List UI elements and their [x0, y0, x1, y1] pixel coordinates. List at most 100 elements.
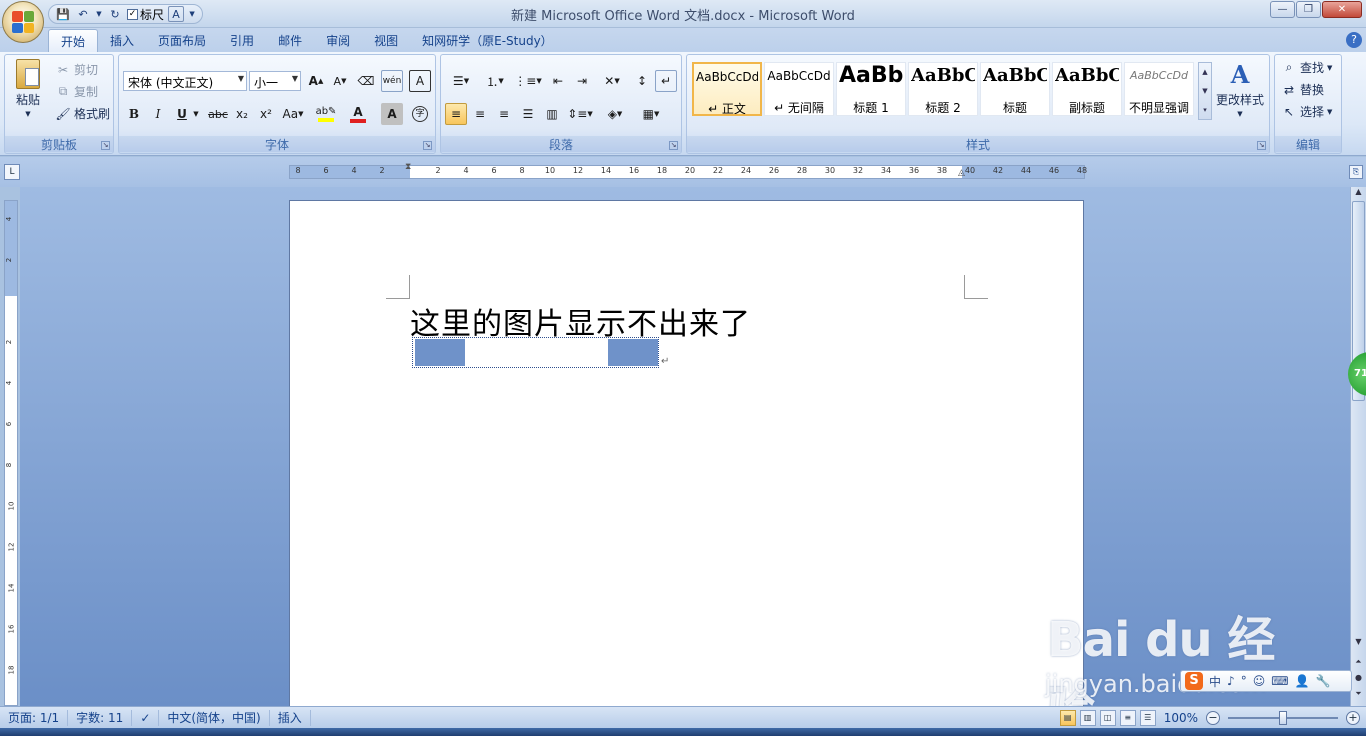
restore-button[interactable]: ❐	[1296, 1, 1321, 18]
tab-page-layout[interactable]: 页面布局	[146, 29, 218, 52]
wrench-icon[interactable]: 🔧	[1315, 674, 1330, 688]
language-indicator[interactable]: 中文(简体，中国)	[159, 709, 270, 726]
paste-button[interactable]: 粘贴 ▼	[11, 59, 45, 118]
font-color-button[interactable]: A	[343, 103, 373, 125]
dialog-launcher-icon[interactable]: ↘	[1257, 141, 1266, 150]
style-subtitle[interactable]: AaBbC 副标题	[1052, 62, 1122, 116]
line-spacing-button[interactable]: ⇕≡ ▼	[565, 103, 595, 125]
char-border-button[interactable]: A	[409, 70, 431, 92]
highlight-button[interactable]: ab✎	[311, 103, 341, 125]
zoom-level[interactable]: 100%	[1164, 711, 1198, 725]
tab-review[interactable]: 审阅	[314, 29, 362, 52]
increase-indent-button[interactable]: ⇥	[571, 70, 593, 92]
proofing-icon[interactable]: ✓	[132, 709, 160, 726]
tab-home[interactable]: 开始	[48, 29, 99, 52]
grow-font-button[interactable]: A ▲	[305, 70, 327, 92]
tab-mailings[interactable]: 邮件	[266, 29, 314, 52]
font-size-combo[interactable]: 小一 ▼	[249, 71, 301, 91]
distributed-button[interactable]: ▥	[541, 103, 563, 125]
show-marks-button[interactable]: ↵	[655, 70, 677, 92]
sort-button[interactable]: ↕	[631, 70, 653, 92]
chinese-layout-button[interactable]: ✕ ▼	[597, 70, 627, 92]
indent-marker-icon[interactable]: ⧗	[405, 162, 415, 182]
clear-format-button[interactable]: ⌫	[355, 70, 377, 92]
enclose-char-button[interactable]: 字	[409, 103, 431, 125]
bold-button[interactable]: B	[123, 103, 145, 125]
shrink-font-button[interactable]: A ▼	[329, 70, 351, 92]
dialog-launcher-icon[interactable]: ↘	[101, 141, 110, 150]
copy-button[interactable]: ⧉ 复制	[55, 83, 98, 100]
style-title[interactable]: AaBbC 标题	[980, 62, 1050, 116]
change-case-button[interactable]: Aa ▼	[279, 103, 307, 125]
find-button[interactable]: ⌕ 查找 ▼	[1281, 59, 1333, 76]
font-name-combo[interactable]: 宋体 (中文正文) ▼	[123, 71, 247, 91]
strikethrough-button[interactable]: abc	[205, 103, 231, 125]
replace-button[interactable]: ⇄ 替换	[1281, 81, 1324, 98]
office-button[interactable]	[2, 1, 44, 43]
outline-view-icon[interactable]: ≡	[1119, 710, 1136, 726]
phonetic-guide-button[interactable]: wén	[381, 70, 403, 92]
draft-view-icon[interactable]: ☰	[1139, 710, 1156, 726]
underline-dropdown[interactable]: ▼	[191, 103, 201, 125]
minimize-button[interactable]: —	[1270, 1, 1295, 18]
decrease-indent-button[interactable]: ⇤	[547, 70, 569, 92]
help-icon[interactable]: ?	[1346, 32, 1362, 48]
next-page-icon[interactable]: ⏷	[1353, 689, 1364, 701]
bullets-button[interactable]: ☰ ▼	[445, 70, 477, 92]
cut-button[interactable]: ✂ 剪切	[55, 61, 98, 78]
style-subtle-emphasis[interactable]: AaBbCcDd 不明显强调	[1124, 62, 1194, 116]
dialog-launcher-icon[interactable]: ↘	[423, 141, 432, 150]
gallery-expand-icon[interactable]: ▾	[1199, 101, 1211, 120]
full-screen-reading-icon[interactable]: ▥	[1079, 710, 1096, 726]
style-no-spacing[interactable]: AaBbCcDd ↵ 无间隔	[764, 62, 834, 116]
vertical-ruler[interactable]: 4 2 2 4 6 8 10 12 14 16 18	[4, 200, 18, 706]
tab-insert[interactable]: 插入	[98, 29, 146, 52]
scroll-down-icon[interactable]: ▼	[1353, 637, 1364, 649]
document-canvas[interactable]: 这里的图片显示不出来了 ↵	[20, 187, 1350, 720]
tab-selector-icon[interactable]: L	[4, 164, 20, 180]
half-width-icon[interactable]: °	[1241, 674, 1247, 688]
browse-object-icon[interactable]: ●	[1353, 673, 1364, 685]
shading-button[interactable]: ◈ ▼	[599, 103, 631, 125]
style-heading-2[interactable]: AaBbC 标题 2	[908, 62, 978, 116]
chevron-down-icon[interactable]: ▼	[1199, 82, 1211, 101]
view-ruler-icon[interactable]: ⎘	[1349, 165, 1363, 179]
italic-button[interactable]: I	[147, 103, 169, 125]
subscript-button[interactable]: x₂	[231, 103, 253, 125]
close-button[interactable]: ✕	[1322, 1, 1362, 18]
page-count[interactable]: 页面: 1/1	[0, 709, 69, 726]
insert-mode[interactable]: 插入	[270, 709, 311, 726]
tab-view[interactable]: 视图	[362, 29, 410, 52]
justify-button[interactable]: ☰	[517, 103, 539, 125]
change-styles-button[interactable]: A 更改样式 ▼	[1214, 60, 1266, 118]
dialog-launcher-icon[interactable]: ↘	[669, 141, 678, 150]
emoji-icon[interactable]: ☺	[1253, 674, 1266, 688]
previous-page-icon[interactable]: ⏶	[1353, 657, 1364, 669]
user-icon[interactable]: 👤	[1295, 674, 1310, 688]
zoom-out-icon[interactable]: −	[1206, 711, 1220, 725]
broken-image-placeholder[interactable]	[412, 337, 659, 368]
zoom-slider-knob[interactable]	[1279, 711, 1287, 725]
sogou-logo-icon[interactable]: S	[1185, 672, 1203, 690]
numbering-button[interactable]: ⒈ ▼	[479, 70, 511, 92]
char-shading-button[interactable]: A	[381, 103, 403, 125]
style-gallery-scroll[interactable]: ▲ ▼ ▾	[1198, 62, 1212, 120]
align-left-button[interactable]: ≡	[445, 103, 467, 125]
superscript-button[interactable]: x²	[255, 103, 277, 125]
right-indent-marker-icon[interactable]: ◬	[958, 168, 968, 188]
ime-toolbar[interactable]: S 中 ♪ ° ☺ ⌨ 👤 🔧	[1180, 670, 1352, 692]
align-center-button[interactable]: ≡	[469, 103, 491, 125]
select-button[interactable]: ↖ 选择 ▼	[1281, 103, 1332, 120]
vertical-scrollbar[interactable]: ▲ ▼ ⏶ ● ⏷	[1350, 187, 1366, 706]
print-layout-view-icon[interactable]: ▤	[1059, 710, 1076, 726]
keyboard-icon[interactable]: ⌨	[1271, 674, 1288, 688]
multilevel-list-button[interactable]: ⋮≡ ▼	[513, 70, 543, 92]
zoom-slider[interactable]	[1228, 711, 1338, 725]
scroll-up-icon[interactable]: ▲	[1353, 187, 1364, 199]
document-page[interactable]: 这里的图片显示不出来了 ↵	[289, 200, 1084, 720]
style-heading-1[interactable]: AaBb 标题 1	[836, 62, 906, 116]
punctuation-icon[interactable]: ♪	[1227, 674, 1235, 688]
ime-mode[interactable]: 中	[1209, 673, 1221, 690]
horizontal-ruler[interactable]: 8 6 4 2 2 4 6 8 10 12 14 16 18 20 22 24 26 28 30 32 34 36 38 40…	[289, 162, 1087, 182]
chevron-up-icon[interactable]: ▲	[1199, 63, 1211, 82]
